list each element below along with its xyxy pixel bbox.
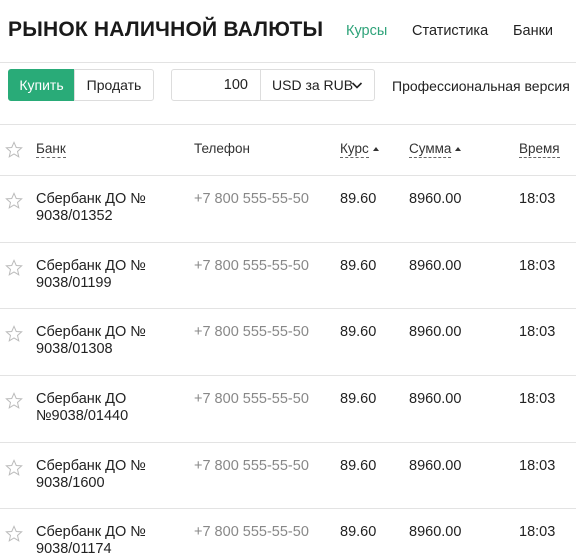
pro-version-link[interactable]: Профессиональная версия — [392, 78, 570, 94]
table-row[interactable]: Сбербанк ДО № 9038/01352 +7 800 555-55-5… — [0, 175, 576, 242]
buy-button[interactable]: Купить — [8, 69, 75, 101]
update-time: 18:03 — [519, 324, 556, 340]
bank-phone: +7 800 555-55-50 — [194, 191, 309, 207]
sort-up-icon — [372, 147, 379, 152]
exchange-rate: 89.60 — [340, 391, 377, 407]
bank-name[interactable]: Сбербанк ДО № 9038/01174 — [36, 524, 176, 558]
bank-phone: +7 800 555-55-50 — [194, 258, 309, 274]
star-outline-icon[interactable] — [5, 141, 23, 159]
bank-name[interactable]: Сбербанк ДО № 9038/01199 — [36, 258, 176, 292]
exchange-rate: 89.60 — [340, 324, 377, 340]
star-outline-icon[interactable] — [5, 392, 23, 410]
exchange-rate: 89.60 — [340, 524, 377, 540]
table-row[interactable]: Сбербанк ДО № 9038/01308 +7 800 555-55-5… — [0, 308, 576, 375]
column-header-time[interactable]: Время — [519, 141, 560, 158]
chevron-down-icon — [351, 82, 363, 89]
column-header-rate[interactable]: Курс — [340, 141, 379, 158]
column-label: Банк — [36, 141, 66, 158]
total-sum: 8960.00 — [409, 258, 462, 274]
table-header: Банк Телефон Курс Сумма Время — [0, 124, 576, 175]
update-time: 18:03 — [519, 191, 556, 207]
column-label: Время — [519, 141, 560, 158]
bank-phone: +7 800 555-55-50 — [194, 524, 309, 540]
bank-name[interactable]: Сбербанк ДО №9038/01440 — [36, 391, 176, 425]
table-row[interactable]: Сбербанк ДО № 9038/01199 +7 800 555-55-5… — [0, 242, 576, 309]
total-sum: 8960.00 — [409, 391, 462, 407]
total-sum: 8960.00 — [409, 191, 462, 207]
exchange-rate: 89.60 — [340, 191, 377, 207]
table-row[interactable]: Сбербанк ДО № 9038/01174 +7 800 555-55-5… — [0, 508, 576, 559]
star-outline-icon[interactable] — [5, 325, 23, 343]
column-label: Курс — [340, 141, 369, 158]
star-outline-icon[interactable] — [5, 259, 23, 277]
column-label: Телефон — [194, 141, 251, 156]
star-outline-icon[interactable] — [5, 192, 23, 210]
toolbar: Купить Продать USD за RUB Профессиональн… — [0, 62, 576, 124]
sell-button[interactable]: Продать — [74, 69, 154, 101]
currency-select[interactable]: USD за RUB — [260, 69, 375, 101]
bank-phone: +7 800 555-55-50 — [194, 324, 309, 340]
update-time: 18:03 — [519, 391, 556, 407]
total-sum: 8960.00 — [409, 524, 462, 540]
total-sum: 8960.00 — [409, 324, 462, 340]
sort-up-icon — [455, 147, 462, 152]
nav-rates[interactable]: Курсы — [346, 23, 387, 39]
update-time: 18:03 — [519, 258, 556, 274]
bank-name[interactable]: Сбербанк ДО № 9038/1600 — [36, 458, 176, 492]
star-outline-icon[interactable] — [5, 525, 23, 543]
bank-phone: +7 800 555-55-50 — [194, 391, 309, 407]
currency-label: USD за RUB — [272, 77, 354, 93]
nav-statistics[interactable]: Статистика — [412, 23, 488, 39]
bank-name[interactable]: Сбербанк ДО № 9038/01308 — [36, 324, 176, 358]
page-title: РЫНОК НАЛИЧНОЙ ВАЛЮТЫ — [8, 18, 324, 41]
update-time: 18:03 — [519, 524, 556, 540]
column-header-bank[interactable]: Банк — [36, 141, 66, 158]
column-label: Сумма — [409, 141, 452, 158]
nav-banks[interactable]: Банки — [513, 23, 553, 39]
column-header-sum[interactable]: Сумма — [409, 141, 462, 158]
column-header-phone: Телефон — [194, 141, 250, 156]
bank-phone: +7 800 555-55-50 — [194, 458, 309, 474]
table-row[interactable]: Сбербанк ДО № 9038/1600 +7 800 555-55-50… — [0, 442, 576, 509]
page-header: РЫНОК НАЛИЧНОЙ ВАЛЮТЫ Курсы Статистика Б… — [0, 0, 576, 62]
table-row[interactable]: Сбербанк ДО №9038/01440 +7 800 555-55-50… — [0, 375, 576, 442]
total-sum: 8960.00 — [409, 458, 462, 474]
update-time: 18:03 — [519, 458, 556, 474]
exchange-rate: 89.60 — [340, 458, 377, 474]
bank-name[interactable]: Сбербанк ДО № 9038/01352 — [36, 191, 176, 225]
star-outline-icon[interactable] — [5, 459, 23, 477]
amount-input[interactable] — [171, 69, 261, 101]
exchange-rate: 89.60 — [340, 258, 377, 274]
